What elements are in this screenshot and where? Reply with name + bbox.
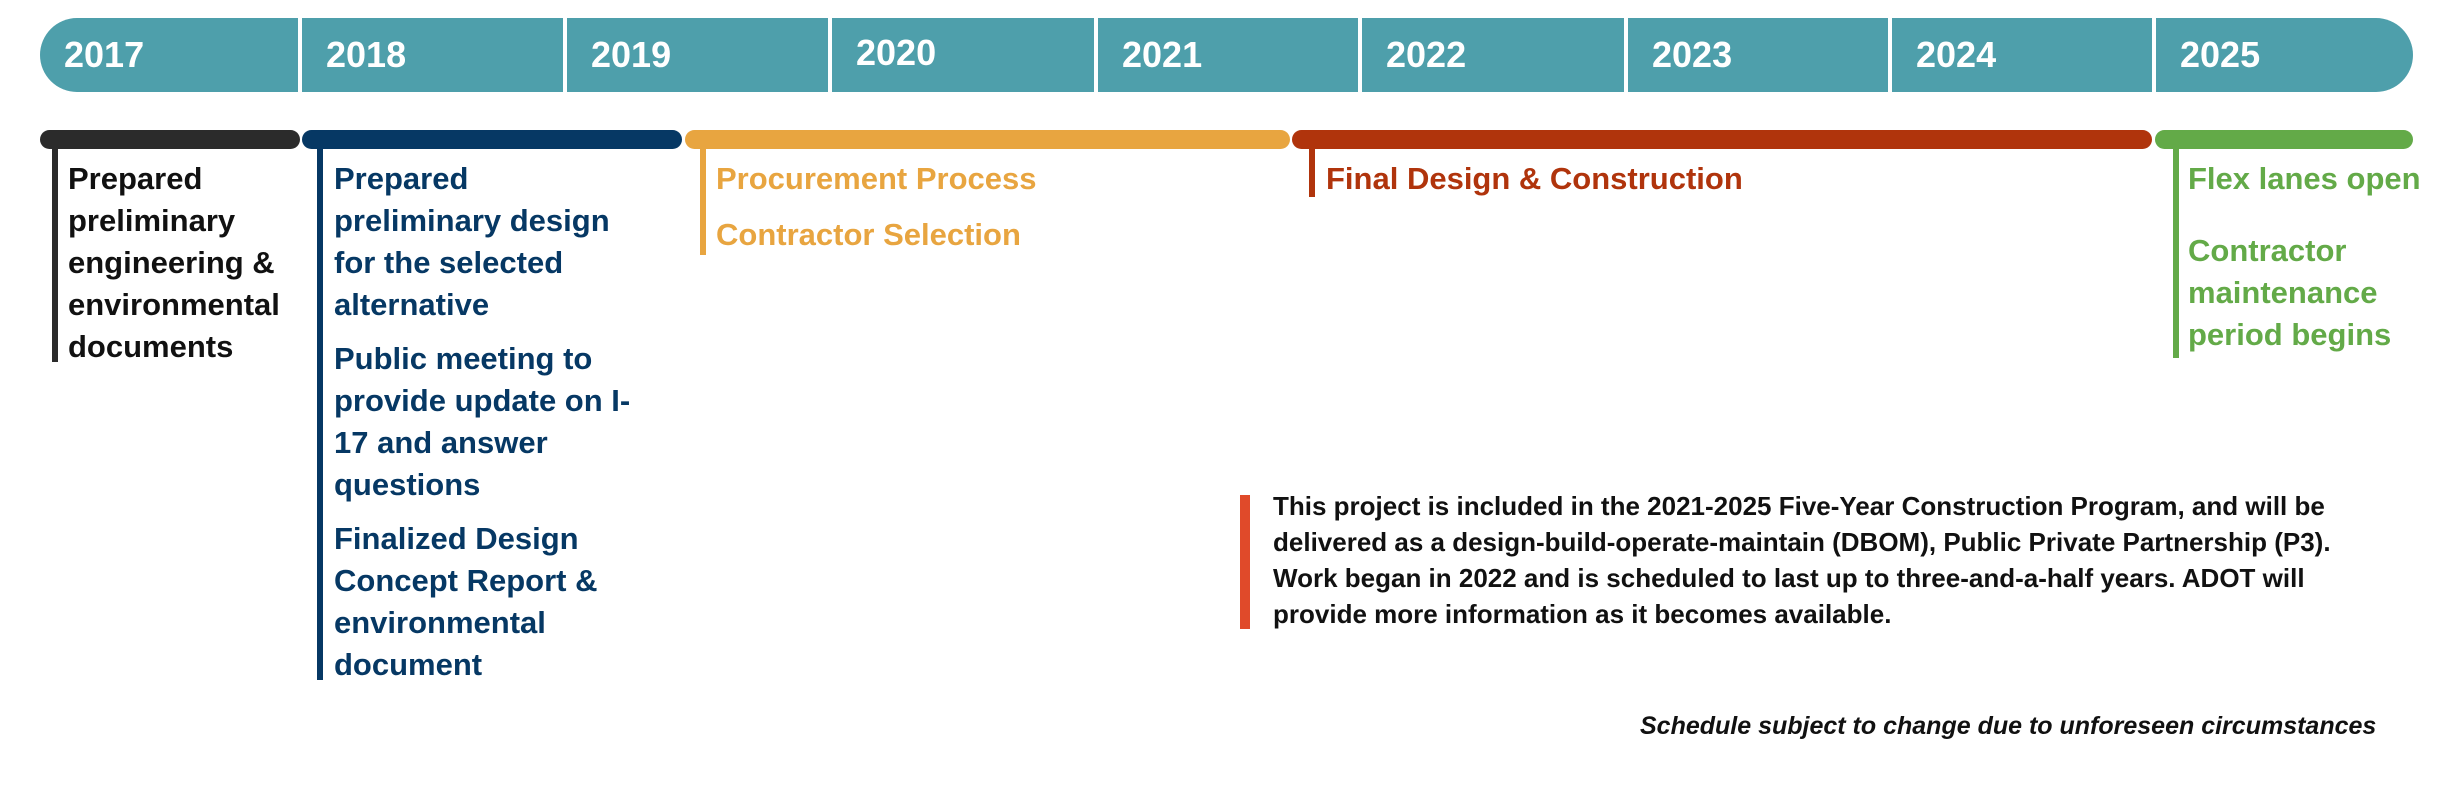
year-label: 2018: [326, 34, 407, 75]
phase-item: Flex lanes open: [2188, 161, 2421, 196]
phase-item: Finalized Design Concept Report & enviro…: [334, 521, 598, 682]
year-cell-2022: 2022: [1362, 18, 1628, 92]
phase-text-procurement: Procurement Process Contractor Selection: [716, 158, 1236, 268]
year-band: 2017 2018 2019 2020 2021 2022 2023 2024 …: [40, 18, 2413, 92]
year-cell-2023: 2023: [1628, 18, 1892, 92]
phase-bar-procurement: [685, 130, 1290, 149]
phase-item: Contractor maintenance period begins: [2188, 233, 2392, 352]
phase-text-flex-lanes: Flex lanes open Contractor maintenance p…: [2188, 158, 2428, 368]
phase-text-preliminary-engineering: Prepared preliminary engineering & envir…: [68, 158, 303, 380]
phase-item: Prepared preliminary design for the sele…: [334, 161, 610, 322]
phase-bar-preliminary-design: [302, 130, 682, 149]
phase-item: Prepared preliminary engineering & envir…: [68, 161, 280, 364]
year-label: 2022: [1386, 34, 1467, 75]
year-cell-2020: 2020: [832, 18, 1098, 92]
phase-bar-flex-lanes: [2155, 130, 2413, 149]
phase-item: Public meeting to provide update on I-17…: [334, 341, 631, 502]
year-cell-2024: 2024: [1892, 18, 2156, 92]
phase-text-final-design-construction: Final Design & Construction: [1326, 158, 1926, 212]
note-accent-bar: [1240, 495, 1250, 629]
year-label: 2021: [1122, 34, 1203, 75]
phase-bar-preliminary-engineering: [40, 130, 300, 149]
year-cell-2019: 2019: [567, 18, 832, 92]
year-cell-2017: 2017: [40, 18, 302, 92]
phase-text-preliminary-design: Prepared preliminary design for the sele…: [334, 158, 634, 698]
year-label: 2025: [2180, 34, 2261, 75]
project-note: This project is included in the 2021-202…: [1273, 491, 2331, 629]
schedule-disclaimer: Schedule subject to change due to unfore…: [1640, 712, 2377, 740]
year-label: 2020: [856, 32, 937, 73]
phase-stem: [2173, 145, 2179, 358]
phase-item: Contractor Selection: [716, 217, 1021, 252]
phase-stem: [1309, 145, 1315, 197]
phase-bar-final-design-construction: [1292, 130, 2152, 149]
year-label: 2017: [64, 34, 145, 75]
year-label: 2024: [1916, 34, 1997, 75]
phase-stem: [700, 145, 706, 255]
year-cell-2021: 2021: [1098, 18, 1362, 92]
year-label: 2019: [591, 34, 672, 75]
year-cell-2025: 2025: [2156, 18, 2413, 92]
year-cell-2018: 2018: [302, 18, 567, 92]
year-label: 2023: [1652, 34, 1733, 75]
phase-item: Procurement Process: [716, 161, 1037, 196]
phase-stem: [52, 145, 58, 362]
phase-stem: [317, 145, 323, 680]
phase-item: Final Design & Construction: [1326, 161, 1743, 196]
